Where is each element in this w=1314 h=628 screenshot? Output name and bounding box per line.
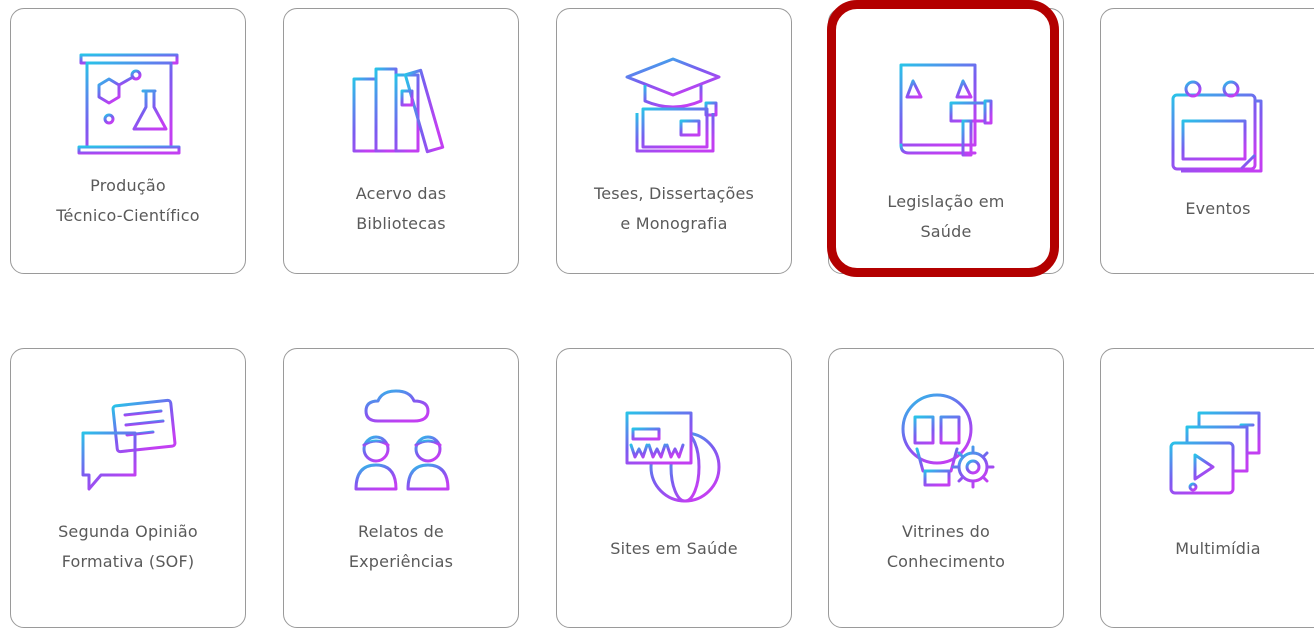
category-card-eventos[interactable]: Eventos: [1100, 8, 1314, 274]
category-card-teses[interactable]: Teses, Dissertações e Monografia: [556, 8, 792, 274]
category-card-vitrines[interactable]: Vitrines do Conhecimento: [828, 348, 1064, 628]
people-talking-icon: [342, 385, 462, 495]
category-label: Relatos de Experiências: [348, 522, 454, 571]
law-scale-gavel-icon: [887, 53, 1007, 163]
category-card-multimidia[interactable]: Multimídia: [1100, 348, 1314, 628]
category-card-acervo[interactable]: Acervo das Bibliotecas: [283, 8, 519, 274]
category-label: Segunda Opinião Formativa (SOF): [58, 522, 198, 571]
calendar-icon: [1159, 75, 1279, 185]
category-label: Vitrines do Conhecimento: [886, 522, 1006, 571]
category-label: Multimídia: [1175, 539, 1261, 558]
category-card-sof[interactable]: Segunda Opinião Formativa (SOF): [10, 348, 246, 628]
video-media-icon: [1159, 397, 1279, 507]
books-icon: [342, 51, 462, 161]
category-label: Produção Técnico-Científico: [56, 176, 200, 225]
category-label: Eventos: [1185, 199, 1251, 218]
www-globe-icon: [615, 401, 735, 511]
category-label: Teses, Dissertações e Monografia: [593, 184, 755, 233]
category-card-sites[interactable]: Sites em Saúde: [556, 348, 792, 628]
category-label: Acervo das Bibliotecas: [355, 184, 447, 233]
graduation-cap-book-icon: [615, 47, 735, 157]
category-card-legislacao[interactable]: Legislação em Saúde: [828, 8, 1064, 274]
chat-bubbles-icon: [69, 389, 189, 499]
category-card-relatos[interactable]: Relatos de Experiências: [283, 348, 519, 628]
lightbulb-gear-icon: [887, 389, 1007, 499]
category-card-producao[interactable]: Produção Técnico-Científico: [10, 8, 246, 274]
category-label: Sites em Saúde: [610, 539, 738, 558]
lab-presentation-icon: [69, 49, 189, 159]
category-label: Legislação em Saúde: [887, 192, 1005, 241]
